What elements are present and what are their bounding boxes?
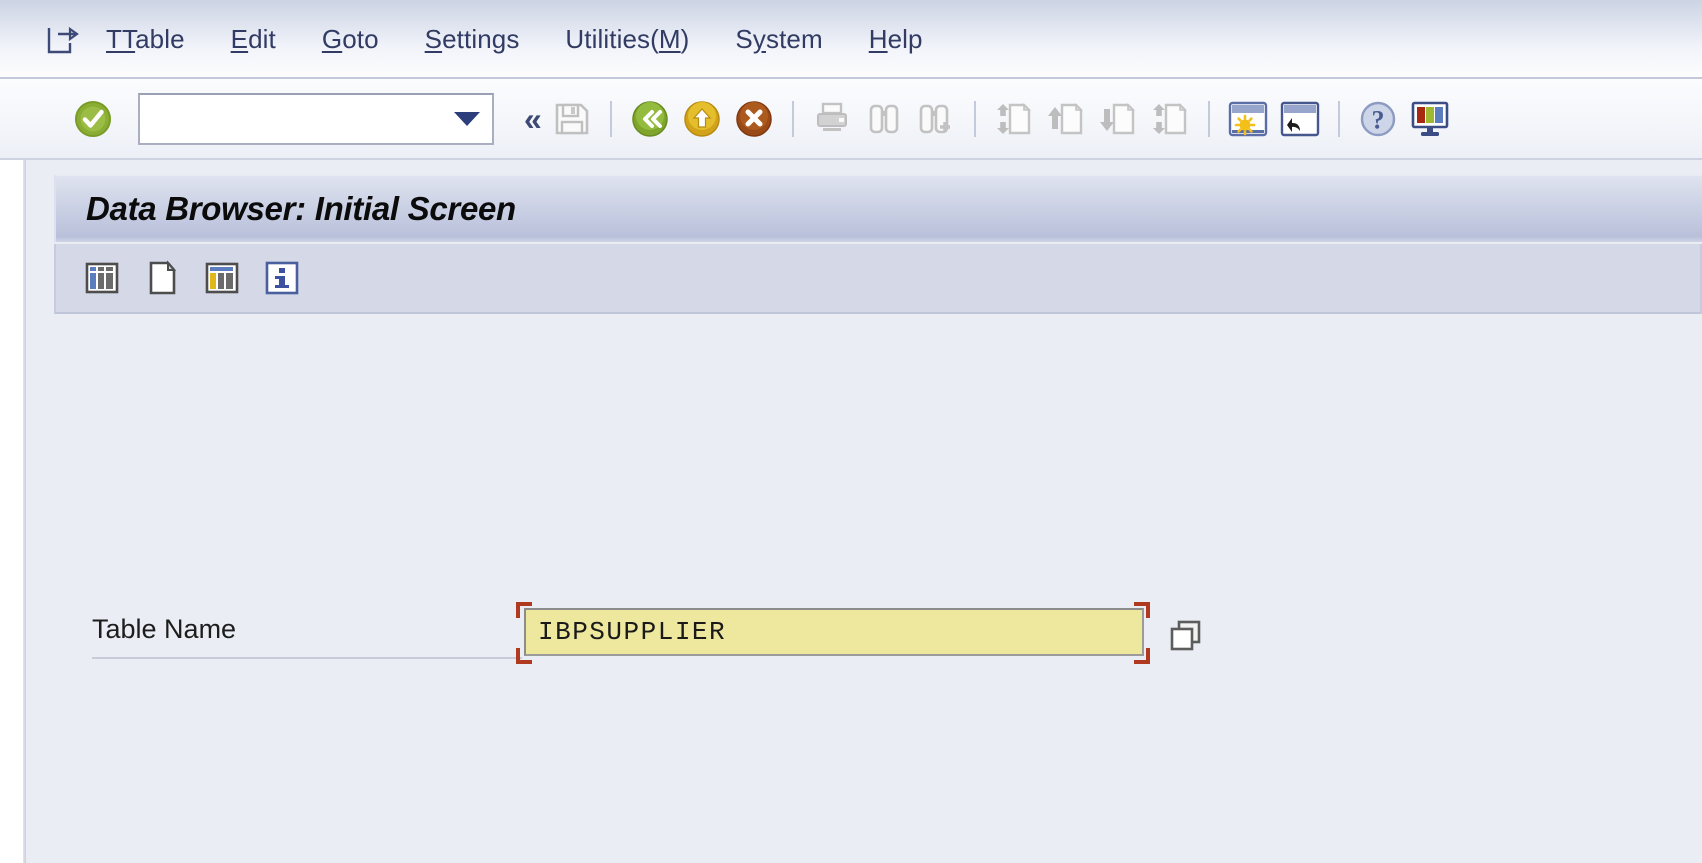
toolbar-divider <box>1207 101 1210 137</box>
create-shortcut-button[interactable] <box>1277 96 1323 142</box>
toolbar-divider <box>791 101 794 137</box>
table-name-input-box[interactable] <box>524 608 1144 656</box>
display-table-button[interactable] <box>76 254 128 302</box>
information-button[interactable] <box>256 254 308 302</box>
menu-item-system[interactable]: System <box>735 24 822 55</box>
table-name-row: Table Name <box>54 602 1702 664</box>
toolbar-divider <box>609 101 612 137</box>
menu-item-goto[interactable]: Goto <box>322 24 379 55</box>
toolbar-divider <box>1337 101 1340 137</box>
collapse-toolbar-button[interactable]: « <box>516 101 546 138</box>
system-toolbar: « ? <box>0 79 1702 159</box>
menu-item-table[interactable]: TTableTable <box>106 24 185 55</box>
save-button[interactable] <box>549 96 595 142</box>
menu-item-settings[interactable]: Settings <box>425 24 520 55</box>
screen-title-bar: Data Browser: Initial Screen <box>54 174 1702 242</box>
svg-text:?: ? <box>1371 106 1384 135</box>
menu-item-help[interactable]: Help <box>869 24 923 55</box>
command-field[interactable] <box>138 93 494 145</box>
customize-layout-button[interactable] <box>1407 96 1453 142</box>
previous-page-button[interactable] <box>1043 96 1089 142</box>
content-area: Data Browser: Initial Screen Table Name … <box>26 160 1702 863</box>
back-button[interactable] <box>627 96 673 142</box>
page-title: Data Browser: Initial Screen <box>86 190 516 227</box>
chevron-down-icon[interactable] <box>454 112 480 126</box>
next-page-button[interactable] <box>1095 96 1141 142</box>
value-help-icon[interactable] <box>1164 612 1208 660</box>
print-button[interactable] <box>809 96 855 142</box>
find-button[interactable] <box>861 96 907 142</box>
toolbar-divider <box>973 101 976 137</box>
create-session-button[interactable] <box>1225 96 1271 142</box>
menu-item-edit[interactable]: Edit <box>231 24 276 55</box>
table-name-input[interactable] <box>538 612 1142 652</box>
command-input[interactable] <box>150 97 454 141</box>
table-name-field-wrapper <box>514 602 1154 664</box>
find-next-button[interactable] <box>913 96 959 142</box>
create-entries-button[interactable] <box>136 254 188 302</box>
form-area: Table Name <box>54 318 1702 863</box>
menu-bar: TTableTable Edit Goto Settings Utilities… <box>0 0 1702 78</box>
table-contents-button[interactable] <box>196 254 248 302</box>
help-button[interactable]: ? <box>1355 96 1401 142</box>
cancel-button[interactable] <box>731 96 777 142</box>
new-document-icon[interactable] <box>46 25 80 55</box>
sap-gui-window: TTableTable Edit Goto Settings Utilities… <box>0 0 1702 863</box>
menu-item-utilities[interactable]: Utilities(M) <box>565 24 689 55</box>
table-name-label: Table Name <box>92 614 522 659</box>
first-page-button[interactable] <box>991 96 1037 142</box>
application-toolbar <box>54 244 1702 314</box>
left-gutter <box>0 160 23 863</box>
exit-button[interactable] <box>679 96 725 142</box>
enter-check-icon[interactable] <box>74 100 112 138</box>
last-page-button[interactable] <box>1147 96 1193 142</box>
